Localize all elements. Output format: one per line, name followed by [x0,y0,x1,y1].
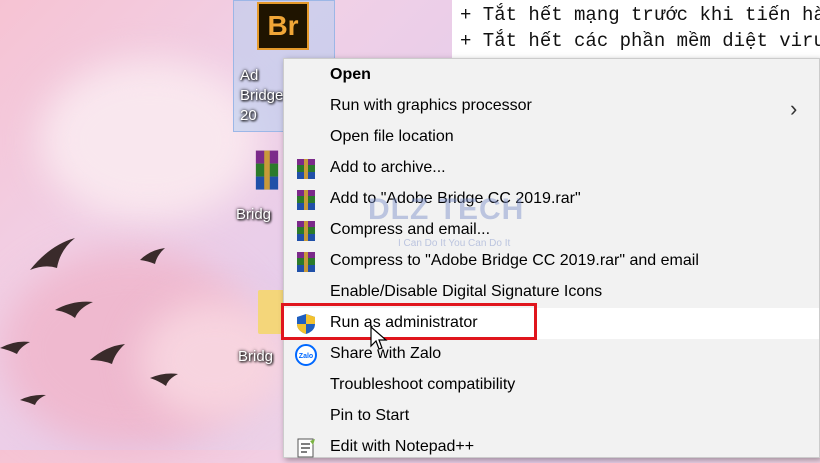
notepad-line-1: + Tắt hết mạng trước khi tiến hà [460,4,820,26]
highlight-box-run-as-administrator [281,303,537,340]
menu-item-label: Compress to "Adobe Bridge CC 2019.rar" a… [330,252,699,269]
context-menu: Open Run with graphics processor › Open … [283,58,820,458]
menu-item-label: Enable/Disable Digital Signature Icons [330,283,603,300]
mouse-pointer-icon [370,326,388,350]
winrar-archive-icon[interactable] [254,148,280,194]
menu-item-share-with-zalo[interactable]: Zalo Share with Zalo [284,339,819,370]
adobe-bridge-icon[interactable]: Br [257,2,309,50]
menu-item-label: Edit with Notepad++ [330,438,475,455]
menu-item-add-to-rar[interactable]: Add to "Adobe Bridge CC 2019.rar" [284,184,819,215]
menu-item-pin-to-start[interactable]: Pin to Start [284,401,819,432]
desktop-icon-label-bridge-rar[interactable]: Bridg [236,206,271,223]
menu-item-compress-and-email[interactable]: Compress and email... [284,215,819,246]
desktop-icon-label-bridge-folder[interactable]: Bridg [238,348,273,365]
menu-item-label: Troubleshoot compatibility [330,376,516,393]
menu-item-edit-with-notepadpp[interactable]: Edit with Notepad++ [284,432,819,463]
notepad-text-panel: + Tắt hết mạng trước khi tiến hà + Tắt h… [452,0,820,58]
notepadpp-icon [297,438,315,458]
watermark-slogan: I Can Do It You Can Do It [398,238,511,249]
notepad-line-2: + Tắt hết các phần mềm diệt viru [460,30,820,52]
watermark-brand: DLZ TECH [368,193,525,226]
winrar-icon [297,252,315,272]
svg-text:Zalo: Zalo [299,353,313,360]
bird-silhouettes [0,238,178,405]
winrar-icon [297,221,315,241]
menu-item-open-file-location[interactable]: Open file location [284,122,819,153]
menu-item-label: Add to archive... [330,159,446,176]
winrar-icon [297,190,315,210]
menu-item-add-to-archive[interactable]: Add to archive... [284,153,819,184]
menu-item-label: Open file location [330,128,454,145]
menu-item-label: Open [330,66,371,83]
menu-item-label: Run with graphics processor [330,97,532,114]
menu-item-run-with-graphics-processor[interactable]: Run with graphics processor › [284,91,819,122]
chevron-right-icon: › [790,96,798,121]
zalo-icon: Zalo [295,344,317,366]
menu-item-label: Pin to Start [330,407,410,424]
menu-item-troubleshoot-compatibility[interactable]: Troubleshoot compatibility [284,370,819,401]
menu-item-compress-to-rar-and-email[interactable]: Compress to "Adobe Bridge CC 2019.rar" a… [284,246,819,277]
winrar-icon [297,159,315,179]
menu-item-open[interactable]: Open [284,60,819,91]
